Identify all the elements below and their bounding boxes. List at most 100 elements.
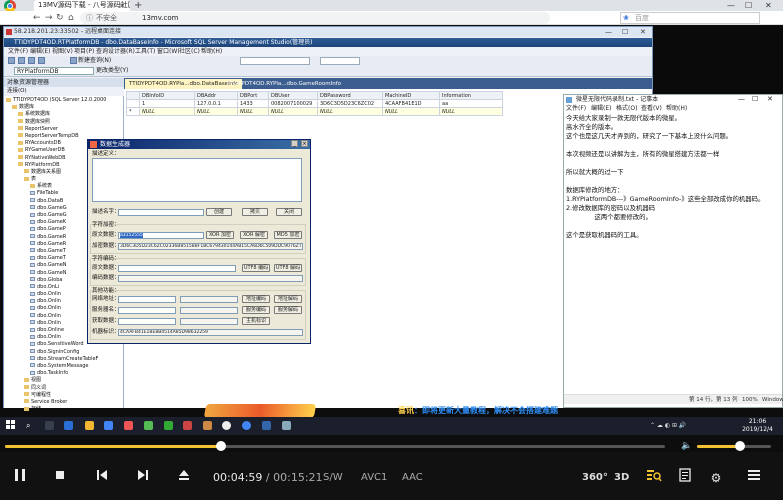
menu-hamburger-icon[interactable] bbox=[744, 468, 764, 488]
menu-file[interactable]: 文件(F) bbox=[8, 47, 28, 56]
taskbar-clock[interactable]: 21:06 2019/12/4 bbox=[735, 418, 780, 434]
rdp-close-icon[interactable]: ✕ bbox=[640, 27, 646, 37]
windows-start-icon[interactable] bbox=[6, 420, 16, 430]
table-cell[interactable]: NULL bbox=[439, 107, 503, 116]
pause-icon[interactable] bbox=[10, 468, 30, 488]
progress-handle[interactable] bbox=[215, 441, 226, 451]
new-query-button[interactable]: 新建查询(N) bbox=[78, 57, 111, 65]
new-query-icon[interactable] bbox=[70, 57, 77, 64]
host-id-button[interactable]: 主机标识 bbox=[242, 317, 270, 325]
net-addr-output[interactable] bbox=[180, 296, 238, 303]
net-addr-input[interactable] bbox=[118, 296, 176, 303]
rdp-minimize-icon[interactable]: — bbox=[605, 27, 612, 37]
volume-handle[interactable] bbox=[734, 441, 745, 451]
addr-decode-button[interactable]: 地址解码 bbox=[274, 295, 302, 303]
menu-query-designer[interactable]: 查询设计器(R) bbox=[96, 47, 135, 56]
md5-encrypt-button[interactable]: MD5 加密 bbox=[274, 231, 302, 239]
column-header[interactable]: DBInfoID bbox=[139, 91, 195, 100]
table-cell[interactable]: 1 bbox=[139, 99, 195, 108]
tree-node[interactable]: 可编程性 bbox=[6, 392, 106, 399]
tab-game-room-info[interactable]: TTIDYPDT4OD.RYPla...dbo.GameRoomInfo bbox=[222, 79, 345, 89]
file-explorer-icon[interactable] bbox=[85, 421, 94, 430]
taskbar-app-icon[interactable] bbox=[222, 421, 231, 430]
toolbar-combo[interactable] bbox=[320, 57, 360, 65]
wechat-icon[interactable] bbox=[164, 421, 173, 430]
tree-node[interactable]: 数据库 bbox=[6, 104, 106, 111]
table-cell[interactable]: 1433 bbox=[237, 99, 269, 108]
db-input[interactable] bbox=[118, 318, 176, 325]
menu-edit[interactable]: 编辑(E) bbox=[30, 47, 50, 56]
table-cell[interactable]: NULL bbox=[139, 107, 195, 116]
rdp-maximize-icon[interactable]: ☐ bbox=[622, 27, 628, 37]
tree-node[interactable]: 系统数据库 bbox=[6, 111, 106, 118]
tree-node[interactable]: 视图 bbox=[6, 377, 106, 384]
vr-360-button[interactable]: 360° bbox=[582, 471, 608, 485]
table-row[interactable]: * NULL NULL NULL NULL NULL NULL NULL bbox=[126, 107, 503, 116]
tree-node[interactable]: dbo.TaskInfo bbox=[6, 370, 106, 377]
connect-button[interactable]: 连接(O) bbox=[7, 88, 27, 95]
previous-icon[interactable] bbox=[92, 468, 112, 488]
utf8-decode-button[interactable]: UTF8 解码 bbox=[274, 264, 302, 272]
info-icon[interactable]: ⓘ bbox=[86, 12, 93, 24]
encoded-output[interactable] bbox=[118, 275, 303, 282]
table-cell[interactable]: NULL bbox=[317, 107, 383, 116]
column-header[interactable]: Information bbox=[439, 91, 503, 100]
close-window-icon[interactable]: ✕ bbox=[765, 0, 772, 11]
system-tray-icons[interactable]: ⌃ ☁ ◐ ⊞ 🔊 bbox=[650, 421, 686, 430]
tree-node[interactable]: 同义词 bbox=[6, 385, 106, 392]
toolbar-saveall-icon[interactable] bbox=[38, 57, 45, 64]
table-cell[interactable]: 127.0.0.1 bbox=[194, 99, 238, 108]
menu-tools[interactable]: 工具(T) bbox=[135, 47, 155, 56]
forward-icon[interactable]: → bbox=[45, 11, 53, 25]
xor-encrypt-button[interactable]: XOR 加密 bbox=[206, 231, 234, 239]
column-header[interactable]: DBPort bbox=[237, 91, 269, 100]
notepad-text-area[interactable]: 今天给大家录制一款无限代版本的微星。 高水齐全的版本。 这个也是这几天才弄到的，研究… bbox=[566, 114, 780, 240]
taskbar-app-icon[interactable] bbox=[262, 421, 271, 430]
server-output[interactable] bbox=[180, 307, 238, 314]
table-cell[interactable]: aa bbox=[439, 99, 503, 108]
next-icon[interactable] bbox=[133, 468, 153, 488]
plain-input[interactable]: a3152555 bbox=[118, 232, 204, 239]
addr-encode-button[interactable]: 地址编码 bbox=[242, 295, 270, 303]
utf8-encode-button[interactable]: UTF8 编码 bbox=[242, 264, 270, 272]
dialog-minimize-icon[interactable]: _ bbox=[291, 140, 298, 147]
toolbar-open-icon[interactable] bbox=[18, 57, 25, 64]
taskbar-app-icon[interactable] bbox=[203, 421, 212, 430]
notepad-close-icon[interactable]: ✕ bbox=[767, 95, 773, 104]
android-app-icon[interactable] bbox=[144, 421, 153, 430]
close-button[interactable]: 关闭 bbox=[276, 208, 302, 216]
tree-node[interactable]: 数据库快照 bbox=[6, 119, 106, 126]
column-header[interactable]: DBPassword bbox=[317, 91, 383, 100]
database-select[interactable]: RYPlatformDB bbox=[14, 67, 94, 75]
server-decode-button[interactable]: 服务解码 bbox=[274, 306, 302, 314]
key-name-input[interactable] bbox=[118, 209, 204, 216]
copy-button[interactable]: 拷贝 bbox=[242, 208, 268, 216]
new-tab-icon[interactable]: + bbox=[134, 0, 142, 11]
table-cell[interactable]: 0082007100029 bbox=[268, 99, 318, 108]
table-cell[interactable]: NULL bbox=[194, 107, 238, 116]
tree-node[interactable]: dbo.SigninConfig bbox=[6, 349, 106, 356]
tree-node[interactable]: dbo.SystemMessage bbox=[6, 363, 106, 370]
tree-node[interactable]: dbo.StreamCreateTableF bbox=[6, 356, 106, 363]
search-input[interactable]: 百度 bbox=[620, 12, 760, 24]
reload-icon[interactable]: ↻ bbox=[56, 11, 64, 25]
machine-id-output[interactable]: 4CAAFB41E1BE8B4514A85D98632259 bbox=[118, 329, 303, 336]
3d-button[interactable]: 3D bbox=[614, 471, 629, 485]
taskbar-app-icon[interactable] bbox=[64, 421, 73, 430]
dialog-close-icon[interactable]: × bbox=[301, 140, 308, 147]
remark-textarea[interactable] bbox=[92, 158, 302, 202]
info-panel-icon[interactable] bbox=[675, 468, 695, 488]
tab-close-icon[interactable]: × bbox=[119, 0, 126, 11]
np-menu-format[interactable]: 格式(O) bbox=[616, 104, 637, 113]
table-cell[interactable]: 4CAAFB41E1D bbox=[382, 99, 440, 108]
eject-icon[interactable] bbox=[174, 468, 194, 488]
volume-icon[interactable]: 🔈 bbox=[681, 441, 692, 451]
table-cell[interactable]: NULL bbox=[268, 107, 318, 116]
server-encode-button[interactable]: 服务编码 bbox=[242, 306, 270, 314]
playlist-search-icon[interactable] bbox=[644, 468, 664, 488]
xor-decrypt-button[interactable]: XOR 解密 bbox=[240, 231, 268, 239]
change-type-button[interactable]: 更改类型(Y) bbox=[96, 67, 128, 75]
task-view-icon[interactable] bbox=[45, 421, 54, 430]
table-cell[interactable]: 3D6C3D5D23C6ZC02 bbox=[317, 99, 383, 108]
tree-node[interactable]: Service Broker bbox=[6, 399, 106, 406]
